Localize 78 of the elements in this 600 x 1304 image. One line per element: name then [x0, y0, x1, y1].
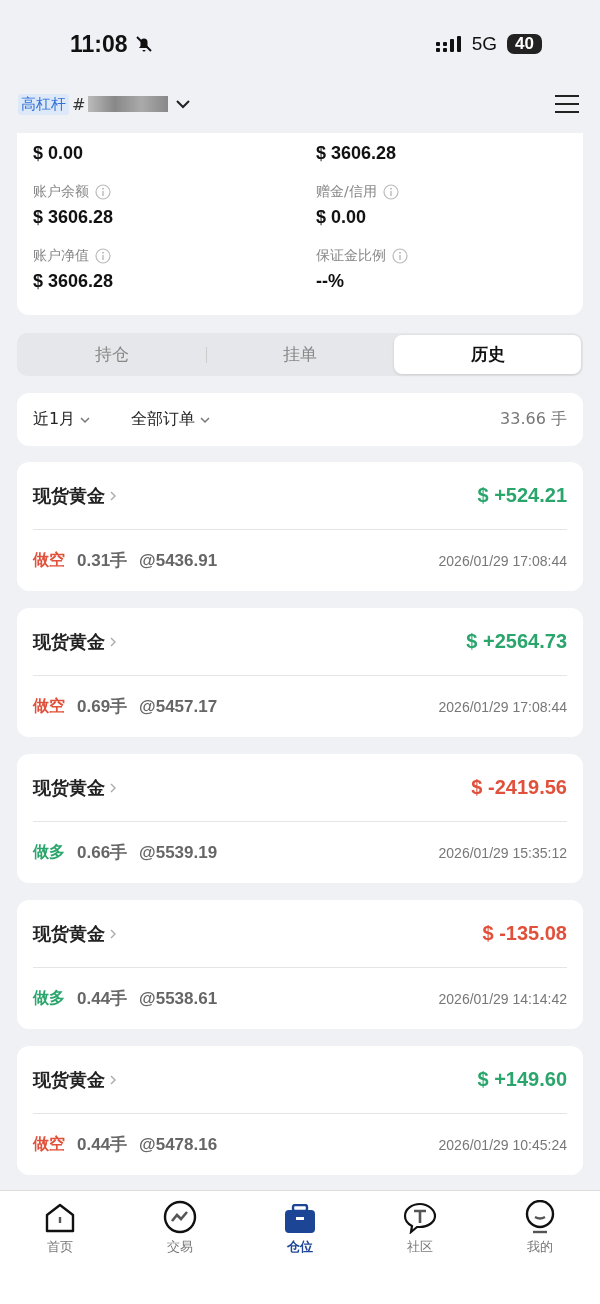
nav-tab[interactable]: 仓位 — [240, 1199, 360, 1257]
nav-tab[interactable]: 交易 — [120, 1199, 240, 1257]
chart-circle-icon — [163, 1200, 197, 1234]
lot-size: 0.66手 — [77, 842, 128, 864]
order-time: 2026/01/29 14:14:42 — [438, 990, 567, 1007]
order-card[interactable]: 现货黄金 $ -2419.56 做多 0.66手 @5539.19 2026/01/29 15:35:12 — [17, 754, 583, 883]
summary-label: 账户余额 — [33, 183, 89, 201]
order-time: 2026/01/29 17:08:44 — [438, 698, 567, 715]
chevron-right-icon — [109, 1073, 117, 1086]
profit-amount: $ +524.21 — [477, 484, 567, 507]
trade-side: 做空 — [33, 550, 65, 571]
summary-label: 赠金/信用 — [316, 183, 377, 201]
nav-tab[interactable]: 社区 — [360, 1199, 480, 1257]
chevron-right-icon — [109, 635, 117, 648]
summary-label: 保证金比例 — [316, 247, 386, 265]
trade-side: 做空 — [33, 696, 65, 717]
summary-value: $ 0.00 — [33, 143, 85, 164]
chevron-down-icon — [199, 415, 212, 424]
chevron-right-icon — [109, 781, 117, 794]
order-card[interactable]: 现货黄金 $ +149.60 做空 0.44手 @5478.16 2026/01/29 10:45:24 — [17, 1046, 583, 1175]
profit-amount: $ -2419.56 — [471, 776, 567, 799]
order-time: 2026/01/29 10:45:24 — [438, 1136, 567, 1153]
nav-tab[interactable]: 首页 — [0, 1199, 120, 1257]
order-card[interactable]: 现货黄金 $ +2564.73 做空 0.69手 @5457.17 2026/01/29 17:08:44 — [17, 608, 583, 737]
open-price: @5478.16 — [139, 1134, 218, 1155]
trade-side: 做多 — [33, 842, 65, 863]
trade-side: 做多 — [33, 988, 65, 1009]
period-dropdown[interactable]: 近1月 — [33, 409, 92, 430]
symbol-name[interactable]: 现货黄金 — [33, 629, 105, 654]
briefcase-icon — [284, 1204, 316, 1234]
account-prefix: # — [72, 94, 86, 114]
open-price: @5457.17 — [139, 696, 218, 717]
summary-value: $ 0.00 — [316, 207, 368, 228]
info-icon[interactable] — [95, 248, 111, 264]
profit-amount: $ -135.08 — [482, 922, 567, 945]
menu-icon[interactable] — [554, 94, 580, 114]
total-lots: 33.66 手 — [500, 409, 567, 430]
chat-bubble-icon — [403, 1202, 437, 1234]
summary-value: $ 3606.28 — [316, 143, 398, 164]
symbol-name[interactable]: 现货黄金 — [33, 483, 105, 508]
chevron-right-icon — [109, 927, 117, 940]
open-price: @5436.91 — [139, 550, 218, 571]
symbol-name[interactable]: 现货黄金 — [33, 775, 105, 800]
smiley-icon — [525, 1200, 555, 1234]
lot-size: 0.44手 — [77, 1134, 128, 1156]
order-type-dropdown[interactable]: 全部订单 — [131, 409, 212, 430]
lot-size: 0.69手 — [77, 696, 128, 718]
chevron-down-icon[interactable] — [175, 98, 192, 110]
order-card[interactable]: 现货黄金 $ +524.21 做空 0.31手 @5436.91 2026/01/29 17:08:44 — [17, 462, 583, 591]
profit-amount: $ +149.60 — [477, 1068, 567, 1091]
trade-side: 做空 — [33, 1134, 65, 1155]
house-icon — [44, 1202, 76, 1234]
nav-tab[interactable]: 我的 — [480, 1199, 600, 1257]
order-time: 2026/01/29 15:35:12 — [438, 844, 567, 861]
profit-amount: $ +2564.73 — [466, 630, 567, 653]
symbol-name[interactable]: 现货黄金 — [33, 921, 105, 946]
summary-value: $ 3606.28 — [33, 271, 115, 292]
open-price: @5538.61 — [139, 988, 218, 1009]
summary-label: 账户净值 — [33, 247, 89, 265]
network-label: 5G — [471, 33, 498, 55]
lot-size: 0.31手 — [77, 550, 128, 572]
info-icon[interactable] — [382, 184, 399, 200]
info-icon[interactable] — [95, 184, 111, 200]
order-time: 2026/01/29 17:08:44 — [438, 552, 567, 569]
muted-bell-icon — [133, 34, 154, 54]
chevron-right-icon — [109, 489, 117, 502]
leverage-tag: 高杠杆 — [18, 93, 69, 115]
lot-size: 0.44手 — [77, 988, 128, 1010]
segment-tab[interactable]: 历史 — [394, 335, 581, 374]
chevron-down-icon — [79, 415, 92, 424]
battery-indicator: 40 — [507, 34, 542, 54]
open-price: @5539.19 — [139, 842, 218, 863]
summary-value: --% — [316, 271, 345, 292]
summary-value: $ 3606.28 — [33, 207, 115, 228]
symbol-name[interactable]: 现货黄金 — [33, 1067, 105, 1092]
order-card[interactable]: 现货黄金 $ -135.08 做多 0.44手 @5538.61 2026/01/29 14:14:42 — [17, 900, 583, 1029]
clock-time: 11:08 — [70, 30, 128, 58]
info-icon[interactable] — [392, 248, 408, 264]
